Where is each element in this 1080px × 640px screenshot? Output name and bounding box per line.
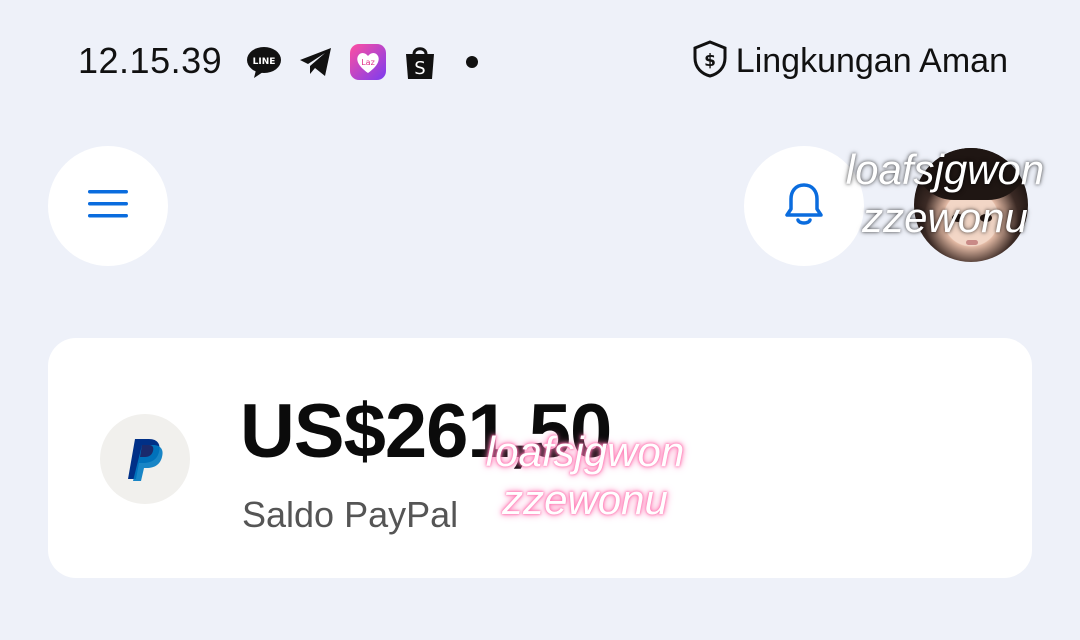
- menu-button[interactable]: [48, 146, 168, 266]
- shopee-app-icon: S: [402, 44, 438, 80]
- lazada-app-icon: Laz: [350, 44, 386, 80]
- watermark-line: loafsjgwon: [485, 428, 685, 475]
- watermark-line: zzewonu: [502, 476, 668, 523]
- watermark-line: loafsjgwon: [845, 146, 1045, 193]
- watermark-line: zzewonu: [862, 194, 1028, 241]
- secure-environment-indicator: $ Lingkungan Aman: [692, 40, 1008, 83]
- shield-dollar-icon: $: [692, 40, 728, 83]
- notification-dot-icon: [466, 56, 478, 68]
- status-time: 12.15.39: [78, 40, 223, 81]
- watermark-text-middle: loafsjgwon zzewonu: [460, 428, 710, 524]
- security-status-text: Lingkungan Aman: [735, 42, 1008, 80]
- watermark-text-top: loafsjgwon zzewonu: [830, 146, 1060, 242]
- balance-label: Saldo PayPal: [242, 494, 459, 535]
- svg-text:$: $: [704, 51, 716, 71]
- hamburger-menu-icon: [87, 188, 129, 225]
- line-icon-text: LINE: [253, 57, 276, 67]
- status-bar: 12.15.39 LINE Laz S $ Lingkungan Aman: [0, 0, 1080, 125]
- svg-text:S: S: [414, 58, 425, 79]
- lazada-icon-text: Laz: [361, 58, 375, 67]
- paypal-logo-icon: [100, 414, 190, 504]
- telegram-app-icon: [298, 44, 334, 80]
- line-app-icon: LINE: [246, 44, 282, 80]
- bell-icon: [782, 181, 826, 232]
